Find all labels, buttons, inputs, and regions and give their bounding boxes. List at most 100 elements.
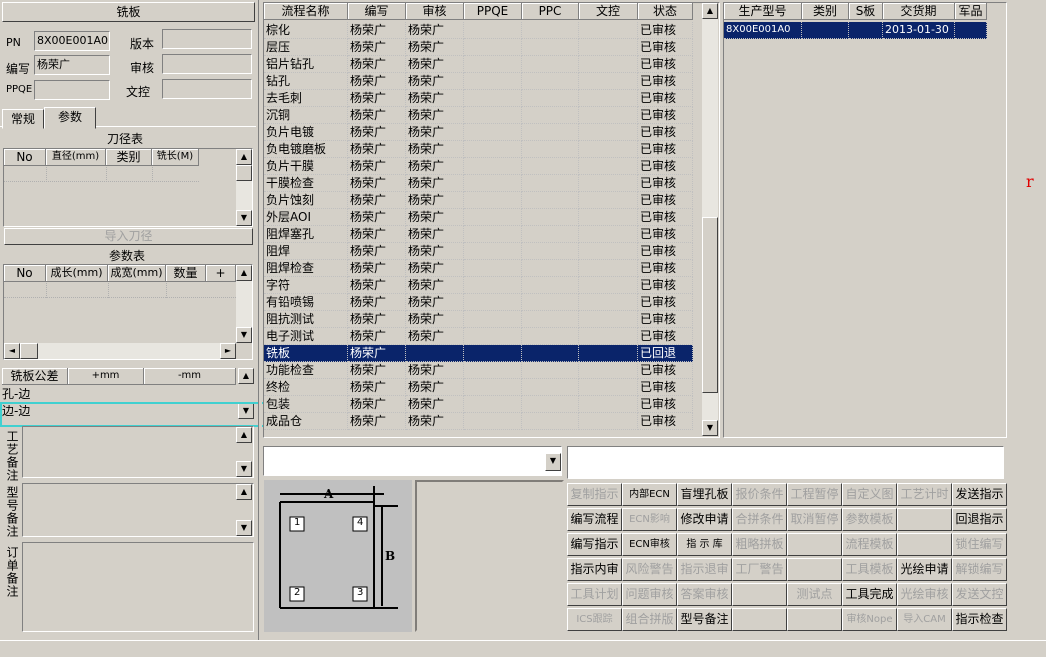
ppqe-field[interactable] (34, 80, 110, 100)
action-button[interactable]: 工具完成 (842, 583, 897, 606)
flow-row[interactable]: 阻焊检查 杨荣广 杨荣广 已审核 (264, 260, 693, 277)
empty-button[interactable] (897, 533, 952, 556)
action-button[interactable]: 工具计划 (567, 583, 622, 606)
action-button[interactable]: 编写流程 (567, 508, 622, 531)
flow-row[interactable]: 负电镀磨板 杨荣广 杨荣广 已审核 (264, 141, 693, 158)
flow-row[interactable]: 阻抗测试 杨荣广 杨荣广 已审核 (264, 311, 693, 328)
action-button[interactable]: 问题审核 (622, 583, 677, 606)
flow-row[interactable]: 去毛刺 杨荣广 杨荣广 已审核 (264, 90, 693, 107)
note-input[interactable] (567, 446, 1004, 479)
review-field[interactable] (162, 54, 252, 74)
tab-params[interactable]: 参数 (44, 107, 96, 129)
action-button[interactable]: ECN影响 (622, 508, 677, 531)
flow-row[interactable]: 阻焊塞孔 杨荣广 杨荣广 已审核 (264, 226, 693, 243)
action-button[interactable]: 编写指示 (567, 533, 622, 556)
action-button[interactable]: 复制指示 (567, 483, 622, 506)
action-button[interactable]: 审核Nope (842, 608, 897, 631)
flow-row[interactable]: 终检 杨荣广 杨荣广 已审核 (264, 379, 693, 396)
craft-note-box[interactable]: ▲ ▼ (22, 426, 254, 478)
flow-row[interactable]: 铣板 杨荣广 已回退 (264, 345, 693, 362)
scroll-thumb[interactable] (702, 217, 718, 393)
action-button[interactable]: 风险警告 (622, 558, 677, 581)
action-button[interactable]: 组合拼版 (622, 608, 677, 631)
action-button[interactable]: 导入CAM (897, 608, 952, 631)
process-combo[interactable]: ▼ (263, 446, 562, 476)
orders-table[interactable]: 生产型号 类别 S板 交货期 军品 8X00E001A0 2013-01-30 (723, 2, 1007, 438)
action-button[interactable]: 自定义图 (842, 483, 897, 506)
flow-row[interactable]: 阻焊 杨荣广 杨荣广 已审核 (264, 243, 693, 260)
tab-general[interactable]: 常规 (2, 109, 44, 129)
doc-control-field[interactable] (162, 79, 252, 99)
scroll-down-icon[interactable]: ▼ (236, 461, 252, 477)
action-button[interactable]: 工具模板 (842, 558, 897, 581)
version-field[interactable] (162, 29, 252, 49)
action-button[interactable]: 工厂警告 (732, 558, 787, 581)
action-button[interactable]: 测试点 (787, 583, 842, 606)
action-button[interactable]: 指示内审 (567, 558, 622, 581)
flow-row[interactable]: 包装 杨荣广 杨荣广 已审核 (264, 396, 693, 413)
action-button[interactable]: ICS跟踪 (567, 608, 622, 631)
model-note-box[interactable]: ▲ ▼ (22, 483, 254, 537)
action-button[interactable]: 合拼条件 (732, 508, 787, 531)
action-button[interactable]: 粗略拼板 (732, 533, 787, 556)
flow-row[interactable]: 干膜检查 杨荣广 杨荣广 已审核 (264, 175, 693, 192)
empty-button[interactable] (732, 583, 787, 606)
scroll-right-icon[interactable]: ► (220, 343, 236, 359)
scroll-down-icon[interactable]: ▼ (236, 520, 252, 536)
action-button[interactable]: 光绘审核 (897, 583, 952, 606)
author-field[interactable]: 杨荣广 (34, 55, 110, 75)
flow-row[interactable]: 负片蚀刻 杨荣广 杨荣广 已审核 (264, 192, 693, 209)
empty-button[interactable] (787, 608, 842, 631)
action-button[interactable]: 修改申请 (677, 508, 732, 531)
empty-button[interactable] (732, 608, 787, 631)
flow-row[interactable]: 铝片钻孔 杨荣广 杨荣广 已审核 (264, 56, 693, 73)
scroll-down-icon[interactable]: ▼ (236, 327, 252, 343)
action-button[interactable]: 流程模板 (842, 533, 897, 556)
action-button[interactable]: 型号备注 (677, 608, 732, 631)
action-button[interactable]: 锁住编写 (952, 533, 1007, 556)
scroll-up-icon[interactable]: ▲ (238, 368, 254, 384)
param-table[interactable]: No 成长(mm) 成宽(mm) 数量 + ▲ ▼ ◄ ► (3, 264, 253, 360)
flow-row[interactable]: 沉铜 杨荣广 杨荣广 已审核 (264, 107, 693, 124)
scroll-up-icon[interactable]: ▲ (702, 3, 718, 19)
flow-row[interactable]: 字符 杨荣广 杨荣广 已审核 (264, 277, 693, 294)
action-button[interactable]: 指示退审 (677, 558, 732, 581)
action-button[interactable]: 内部ECN (622, 483, 677, 506)
pn-field[interactable]: 8X00E001A0 (34, 31, 110, 51)
action-button[interactable]: 光绘申请 (897, 558, 952, 581)
action-button[interactable]: 指 示 库 (677, 533, 732, 556)
flow-row[interactable]: 层压 杨荣广 杨荣广 已审核 (264, 39, 693, 56)
tol-row-hole-edge[interactable]: 孔-边 (2, 386, 236, 403)
action-button[interactable]: 发送指示 (952, 483, 1007, 506)
scroll-up-icon[interactable]: ▲ (236, 427, 252, 443)
scroll-down-icon[interactable]: ▼ (702, 420, 718, 436)
flow-row[interactable]: 钻孔 杨荣广 杨荣广 已审核 (264, 73, 693, 90)
tolerance-table[interactable]: 铣板公差 +mm -mm 孔-边 边-边 ▲ ▼ (0, 368, 272, 427)
action-button[interactable]: 发送文控 (952, 583, 1007, 606)
action-button[interactable]: 回退指示 (952, 508, 1007, 531)
flow-row[interactable]: 负片电镀 杨荣广 杨荣广 已审核 (264, 124, 693, 141)
flow-row[interactable]: 有铅喷锡 杨荣广 杨荣广 已审核 (264, 294, 693, 311)
flow-table[interactable]: 流程名称 编写 审核 PPQE PPC 文控 状态 棕化 杨荣广 杨荣广 已审核 层压杨… (263, 2, 720, 438)
action-button[interactable]: 参数模板 (842, 508, 897, 531)
order-row[interactable]: 8X00E001A0 2013-01-30 (724, 22, 987, 39)
flow-row[interactable]: 棕化 杨荣广 杨荣广 已审核 (264, 22, 693, 39)
flow-row[interactable]: 成品仓 杨荣广 杨荣广 已审核 (264, 413, 693, 430)
action-button[interactable]: 盲埋孔板 (677, 483, 732, 506)
scroll-up-icon[interactable]: ▲ (236, 265, 252, 281)
action-button[interactable]: ECN审核 (622, 533, 677, 556)
action-button[interactable]: 取消暂停 (787, 508, 842, 531)
action-button[interactable]: 指示检查 (952, 608, 1007, 631)
param-col-add[interactable]: + (206, 265, 236, 282)
flow-row[interactable]: 外层AOI 杨荣广 杨荣广 已审核 (264, 209, 693, 226)
flow-row[interactable]: 负片干膜 杨荣广 杨荣广 已审核 (264, 158, 693, 175)
action-button[interactable]: 答案审核 (677, 583, 732, 606)
order-note-box[interactable] (22, 542, 254, 632)
empty-button[interactable] (897, 508, 952, 531)
flow-row[interactable]: 功能检查 杨荣广 杨荣广 已审核 (264, 362, 693, 379)
empty-button[interactable] (787, 558, 842, 581)
action-button[interactable]: 工艺计时 (897, 483, 952, 506)
import-tool-button[interactable]: 导入刀径 (4, 228, 253, 245)
scroll-up-icon[interactable]: ▲ (236, 484, 252, 500)
scroll-thumb[interactable] (236, 165, 252, 181)
